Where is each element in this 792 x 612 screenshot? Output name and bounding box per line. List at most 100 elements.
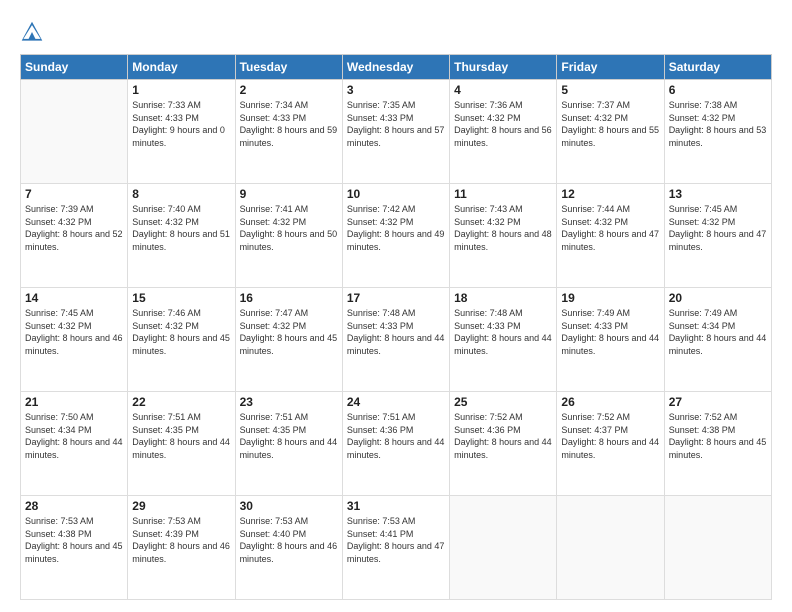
- weekday-header: Thursday: [450, 55, 557, 80]
- calendar-week-row: 1 Sunrise: 7:33 AMSunset: 4:33 PMDaylight…: [21, 80, 772, 184]
- calendar-day-cell: 9 Sunrise: 7:41 AMSunset: 4:32 PMDaylight…: [235, 184, 342, 288]
- day-number: 29: [132, 499, 230, 513]
- calendar-day-cell: 12Sunrise: 7:44 AMSunset: 4:32 PMDayligh…: [557, 184, 664, 288]
- day-info: Sunrise: 7:39 AMSunset: 4:32 PMDaylight:…: [25, 203, 123, 253]
- day-info: Sunrise: 7:51 AMSunset: 4:36 PMDaylight:…: [347, 411, 445, 461]
- calendar-day-cell: [664, 496, 771, 600]
- day-info: Sunrise: 7:43 AMSunset: 4:32 PMDaylight:…: [454, 203, 552, 253]
- day-info: Sunrise: 7:48 AMSunset: 4:33 PMDaylight:…: [454, 307, 552, 357]
- calendar-day-cell: 4 Sunrise: 7:36 AMSunset: 4:32 PMDaylight…: [450, 80, 557, 184]
- calendar-day-cell: 21 Sunrise: 7:50 AMSunset: 4:34 PMDayligh…: [21, 392, 128, 496]
- day-number: 27: [669, 395, 767, 409]
- day-info: Sunrise: 7:52 AMSunset: 4:36 PMDaylight:…: [454, 411, 552, 461]
- day-number: 28: [25, 499, 123, 513]
- day-info: Sunrise: 7:38 AMSunset: 4:32 PMDaylight:…: [669, 99, 767, 149]
- day-info: Sunrise: 7:36 AMSunset: 4:32 PMDaylight:…: [454, 99, 552, 149]
- calendar-header-row: SundayMondayTuesdayWednesdayThursdayFrid…: [21, 55, 772, 80]
- day-info: Sunrise: 7:52 AMSunset: 4:37 PMDaylight:…: [561, 411, 659, 461]
- day-number: 30: [240, 499, 338, 513]
- day-number: 15: [132, 291, 230, 305]
- weekday-header: Tuesday: [235, 55, 342, 80]
- day-info: Sunrise: 7:50 AMSunset: 4:34 PMDaylight:…: [25, 411, 123, 461]
- calendar-day-cell: 3Sunrise: 7:35 AMSunset: 4:33 PMDaylight…: [342, 80, 449, 184]
- calendar-day-cell: 16Sunrise: 7:47 AMSunset: 4:32 PMDayligh…: [235, 288, 342, 392]
- calendar-day-cell: 5 Sunrise: 7:37 AMSunset: 4:32 PMDaylight…: [557, 80, 664, 184]
- day-info: Sunrise: 7:46 AMSunset: 4:32 PMDaylight:…: [132, 307, 230, 357]
- logo: [20, 16, 48, 44]
- day-number: 31: [347, 499, 445, 513]
- day-number: 21: [25, 395, 123, 409]
- day-number: 19: [561, 291, 659, 305]
- day-info: Sunrise: 7:45 AMSunset: 4:32 PMDaylight:…: [25, 307, 123, 357]
- calendar-day-cell: [557, 496, 664, 600]
- day-info: Sunrise: 7:33 AMSunset: 4:33 PMDaylight:…: [132, 99, 230, 149]
- calendar-day-cell: 18 Sunrise: 7:48 AMSunset: 4:33 PMDayligh…: [450, 288, 557, 392]
- calendar-day-cell: 31 Sunrise: 7:53 AMSunset: 4:41 PMDayligh…: [342, 496, 449, 600]
- page: SundayMondayTuesdayWednesdayThursdayFrid…: [0, 0, 792, 612]
- day-info: Sunrise: 7:41 AMSunset: 4:32 PMDaylight:…: [240, 203, 338, 253]
- logo-icon: [20, 20, 44, 44]
- day-number: 13: [669, 187, 767, 201]
- day-info: Sunrise: 7:44 AMSunset: 4:32 PMDaylight:…: [561, 203, 659, 253]
- day-info: Sunrise: 7:53 AMSunset: 4:40 PMDaylight:…: [240, 515, 338, 565]
- calendar-week-row: 28 Sunrise: 7:53 AMSunset: 4:38 PMDayligh…: [21, 496, 772, 600]
- calendar-table: SundayMondayTuesdayWednesdayThursdayFrid…: [20, 54, 772, 600]
- day-number: 5: [561, 83, 659, 97]
- day-info: Sunrise: 7:52 AMSunset: 4:38 PMDaylight:…: [669, 411, 767, 461]
- day-number: 9: [240, 187, 338, 201]
- day-number: 20: [669, 291, 767, 305]
- day-number: 22: [132, 395, 230, 409]
- calendar-day-cell: 23Sunrise: 7:51 AMSunset: 4:35 PMDayligh…: [235, 392, 342, 496]
- calendar-day-cell: [450, 496, 557, 600]
- calendar-day-cell: 7 Sunrise: 7:39 AMSunset: 4:32 PMDaylight…: [21, 184, 128, 288]
- day-info: Sunrise: 7:48 AMSunset: 4:33 PMDaylight:…: [347, 307, 445, 357]
- calendar-day-cell: 26 Sunrise: 7:52 AMSunset: 4:37 PMDayligh…: [557, 392, 664, 496]
- day-number: 1: [132, 83, 230, 97]
- weekday-header: Monday: [128, 55, 235, 80]
- day-number: 7: [25, 187, 123, 201]
- day-info: Sunrise: 7:40 AMSunset: 4:32 PMDaylight:…: [132, 203, 230, 253]
- day-number: 18: [454, 291, 552, 305]
- day-number: 14: [25, 291, 123, 305]
- day-info: Sunrise: 7:42 AMSunset: 4:32 PMDaylight:…: [347, 203, 445, 253]
- calendar-week-row: 7 Sunrise: 7:39 AMSunset: 4:32 PMDaylight…: [21, 184, 772, 288]
- day-info: Sunrise: 7:37 AMSunset: 4:32 PMDaylight:…: [561, 99, 659, 149]
- calendar-week-row: 14 Sunrise: 7:45 AMSunset: 4:32 PMDayligh…: [21, 288, 772, 392]
- calendar-day-cell: 22Sunrise: 7:51 AMSunset: 4:35 PMDayligh…: [128, 392, 235, 496]
- calendar-day-cell: 28 Sunrise: 7:53 AMSunset: 4:38 PMDayligh…: [21, 496, 128, 600]
- day-number: 4: [454, 83, 552, 97]
- header: [20, 16, 772, 44]
- day-number: 25: [454, 395, 552, 409]
- day-info: Sunrise: 7:49 AMSunset: 4:34 PMDaylight:…: [669, 307, 767, 357]
- day-info: Sunrise: 7:45 AMSunset: 4:32 PMDaylight:…: [669, 203, 767, 253]
- calendar-day-cell: 2Sunrise: 7:34 AMSunset: 4:33 PMDaylight…: [235, 80, 342, 184]
- day-info: Sunrise: 7:47 AMSunset: 4:32 PMDaylight:…: [240, 307, 338, 357]
- calendar-day-cell: 15 Sunrise: 7:46 AMSunset: 4:32 PMDayligh…: [128, 288, 235, 392]
- calendar-day-cell: 13 Sunrise: 7:45 AMSunset: 4:32 PMDayligh…: [664, 184, 771, 288]
- weekday-header: Friday: [557, 55, 664, 80]
- calendar-day-cell: 20 Sunrise: 7:49 AMSunset: 4:34 PMDayligh…: [664, 288, 771, 392]
- day-number: 10: [347, 187, 445, 201]
- calendar-day-cell: 25 Sunrise: 7:52 AMSunset: 4:36 PMDayligh…: [450, 392, 557, 496]
- calendar-day-cell: 27 Sunrise: 7:52 AMSunset: 4:38 PMDayligh…: [664, 392, 771, 496]
- calendar-day-cell: [21, 80, 128, 184]
- day-info: Sunrise: 7:35 AMSunset: 4:33 PMDaylight:…: [347, 99, 445, 149]
- day-info: Sunrise: 7:53 AMSunset: 4:38 PMDaylight:…: [25, 515, 123, 565]
- day-info: Sunrise: 7:34 AMSunset: 4:33 PMDaylight:…: [240, 99, 338, 149]
- weekday-header: Sunday: [21, 55, 128, 80]
- calendar-day-cell: 14 Sunrise: 7:45 AMSunset: 4:32 PMDayligh…: [21, 288, 128, 392]
- day-number: 6: [669, 83, 767, 97]
- calendar-day-cell: 19Sunrise: 7:49 AMSunset: 4:33 PMDayligh…: [557, 288, 664, 392]
- weekday-header: Saturday: [664, 55, 771, 80]
- calendar-day-cell: 17 Sunrise: 7:48 AMSunset: 4:33 PMDayligh…: [342, 288, 449, 392]
- day-number: 23: [240, 395, 338, 409]
- weekday-header: Wednesday: [342, 55, 449, 80]
- day-number: 26: [561, 395, 659, 409]
- day-number: 17: [347, 291, 445, 305]
- calendar-day-cell: 1 Sunrise: 7:33 AMSunset: 4:33 PMDaylight…: [128, 80, 235, 184]
- calendar-day-cell: 6 Sunrise: 7:38 AMSunset: 4:32 PMDaylight…: [664, 80, 771, 184]
- day-number: 24: [347, 395, 445, 409]
- calendar-day-cell: 11Sunrise: 7:43 AMSunset: 4:32 PMDayligh…: [450, 184, 557, 288]
- calendar-day-cell: 30 Sunrise: 7:53 AMSunset: 4:40 PMDayligh…: [235, 496, 342, 600]
- day-info: Sunrise: 7:53 AMSunset: 4:41 PMDaylight:…: [347, 515, 445, 565]
